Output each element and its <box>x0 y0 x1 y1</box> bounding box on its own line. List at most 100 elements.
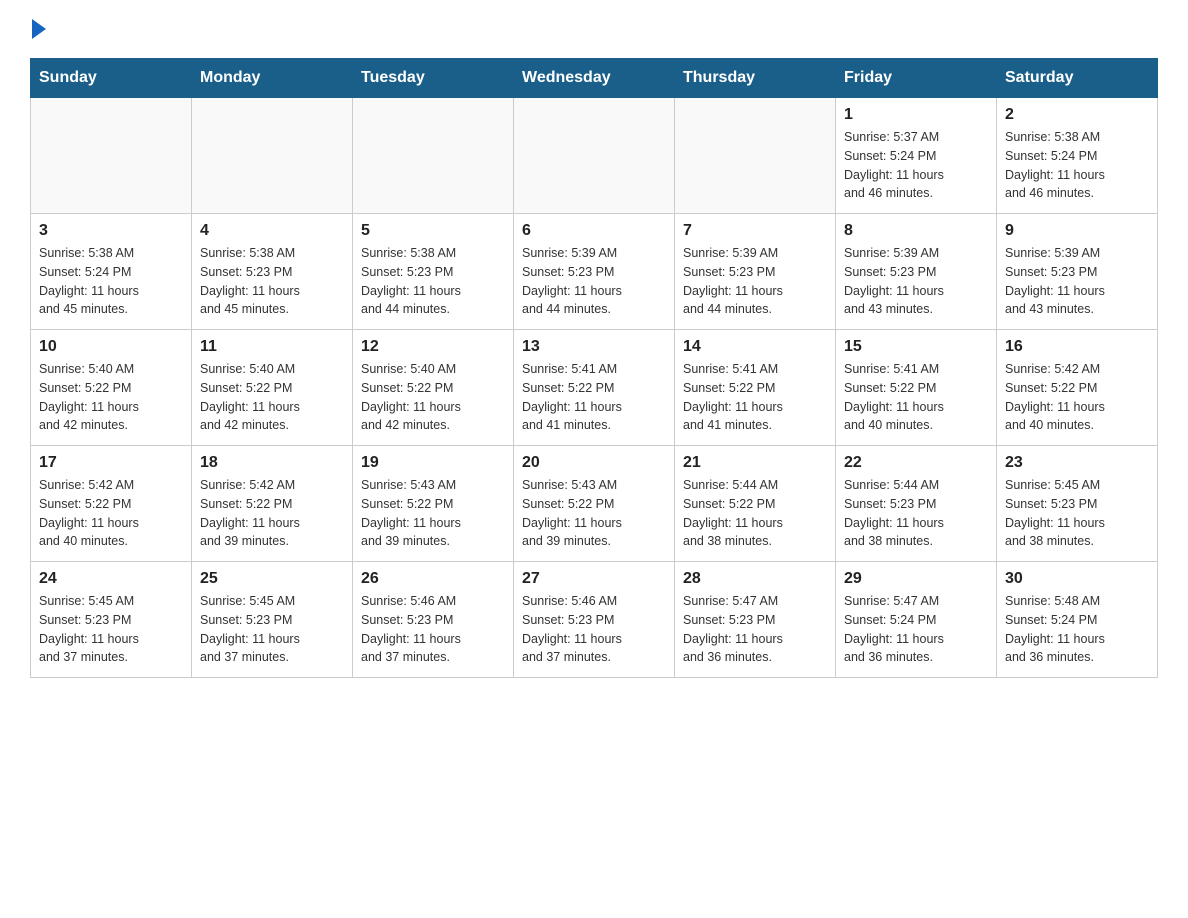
day-info: Sunrise: 5:44 AM Sunset: 5:22 PM Dayligh… <box>683 476 827 551</box>
calendar-cell: 2 Sunrise: 5:38 AM Sunset: 5:24 PM Daylig… <box>997 98 1158 214</box>
calendar-cell <box>31 98 192 214</box>
calendar-cell: 30 Sunrise: 5:48 AM Sunset: 5:24 PM Dayli… <box>997 562 1158 678</box>
week-row-4: 17Sunrise: 5:42 AM Sunset: 5:22 PM Dayli… <box>31 446 1158 562</box>
calendar-cell <box>675 98 836 214</box>
day-number: 24 <box>39 570 183 588</box>
day-info: Sunrise: 5:41 AM Sunset: 5:22 PM Dayligh… <box>522 360 666 435</box>
day-number: 6 <box>522 222 666 240</box>
calendar-table: SundayMondayTuesdayWednesdayThursdayFrid… <box>30 58 1158 678</box>
day-number: 5 <box>361 222 505 240</box>
calendar-cell: 3Sunrise: 5:38 AM Sunset: 5:24 PM Daylig… <box>31 214 192 330</box>
day-info: Sunrise: 5:47 AM Sunset: 5:24 PM Dayligh… <box>844 592 988 667</box>
day-info: Sunrise: 5:38 AM Sunset: 5:24 PM Dayligh… <box>1005 128 1149 203</box>
day-info: Sunrise: 5:45 AM Sunset: 5:23 PM Dayligh… <box>1005 476 1149 551</box>
calendar-cell: 17Sunrise: 5:42 AM Sunset: 5:22 PM Dayli… <box>31 446 192 562</box>
day-number: 8 <box>844 222 988 240</box>
day-number: 7 <box>683 222 827 240</box>
header-thursday: Thursday <box>675 59 836 98</box>
day-number: 20 <box>522 454 666 472</box>
calendar-cell: 20 Sunrise: 5:43 AM Sunset: 5:22 PM Dayli… <box>514 446 675 562</box>
day-number: 25 <box>200 570 344 588</box>
header-sunday: Sunday <box>31 59 192 98</box>
day-info: Sunrise: 5:40 AM Sunset: 5:22 PM Dayligh… <box>200 360 344 435</box>
day-number: 3 <box>39 222 183 240</box>
day-number: 14 <box>683 338 827 356</box>
calendar-cell <box>514 98 675 214</box>
calendar-cell <box>192 98 353 214</box>
day-number: 27 <box>522 570 666 588</box>
calendar-cell: 23 Sunrise: 5:45 AM Sunset: 5:23 PM Dayli… <box>997 446 1158 562</box>
day-info: Sunrise: 5:43 AM Sunset: 5:22 PM Dayligh… <box>361 476 505 551</box>
day-number: 23 <box>1005 454 1149 472</box>
day-number: 9 <box>1005 222 1149 240</box>
day-number: 29 <box>844 570 988 588</box>
week-row-5: 24 Sunrise: 5:45 AM Sunset: 5:23 PM Dayli… <box>31 562 1158 678</box>
calendar-cell: 4 Sunrise: 5:38 AM Sunset: 5:23 PM Daylig… <box>192 214 353 330</box>
day-info: Sunrise: 5:40 AM Sunset: 5:22 PM Dayligh… <box>361 360 505 435</box>
day-number: 16 <box>1005 338 1149 356</box>
day-info: Sunrise: 5:42 AM Sunset: 5:22 PM Dayligh… <box>39 476 183 551</box>
calendar-cell: 14 Sunrise: 5:41 AM Sunset: 5:22 PM Dayli… <box>675 330 836 446</box>
day-number: 11 <box>200 338 344 356</box>
day-info: Sunrise: 5:39 AM Sunset: 5:23 PM Dayligh… <box>844 244 988 319</box>
header-friday: Friday <box>836 59 997 98</box>
calendar-cell: 15 Sunrise: 5:41 AM Sunset: 5:22 PM Dayli… <box>836 330 997 446</box>
calendar-header: SundayMondayTuesdayWednesdayThursdayFrid… <box>31 59 1158 98</box>
calendar-cell: 12 Sunrise: 5:40 AM Sunset: 5:22 PM Dayli… <box>353 330 514 446</box>
day-info: Sunrise: 5:46 AM Sunset: 5:23 PM Dayligh… <box>522 592 666 667</box>
day-number: 2 <box>1005 106 1149 124</box>
calendar-cell: 8 Sunrise: 5:39 AM Sunset: 5:23 PM Daylig… <box>836 214 997 330</box>
day-info: Sunrise: 5:39 AM Sunset: 5:23 PM Dayligh… <box>683 244 827 319</box>
calendar-cell: 16Sunrise: 5:42 AM Sunset: 5:22 PM Dayli… <box>997 330 1158 446</box>
calendar-cell: 22 Sunrise: 5:44 AM Sunset: 5:23 PM Dayli… <box>836 446 997 562</box>
week-row-2: 3Sunrise: 5:38 AM Sunset: 5:24 PM Daylig… <box>31 214 1158 330</box>
day-info: Sunrise: 5:41 AM Sunset: 5:22 PM Dayligh… <box>683 360 827 435</box>
day-number: 13 <box>522 338 666 356</box>
day-number: 26 <box>361 570 505 588</box>
day-number: 22 <box>844 454 988 472</box>
day-info: Sunrise: 5:38 AM Sunset: 5:23 PM Dayligh… <box>200 244 344 319</box>
calendar-cell: 6 Sunrise: 5:39 AM Sunset: 5:23 PM Daylig… <box>514 214 675 330</box>
day-info: Sunrise: 5:40 AM Sunset: 5:22 PM Dayligh… <box>39 360 183 435</box>
calendar-cell: 25 Sunrise: 5:45 AM Sunset: 5:23 PM Dayli… <box>192 562 353 678</box>
calendar-cell: 28 Sunrise: 5:47 AM Sunset: 5:23 PM Dayli… <box>675 562 836 678</box>
header-row: SundayMondayTuesdayWednesdayThursdayFrid… <box>31 59 1158 98</box>
day-number: 18 <box>200 454 344 472</box>
header-monday: Monday <box>192 59 353 98</box>
calendar-cell: 1Sunrise: 5:37 AM Sunset: 5:24 PM Daylig… <box>836 98 997 214</box>
day-info: Sunrise: 5:39 AM Sunset: 5:23 PM Dayligh… <box>522 244 666 319</box>
day-info: Sunrise: 5:44 AM Sunset: 5:23 PM Dayligh… <box>844 476 988 551</box>
day-info: Sunrise: 5:47 AM Sunset: 5:23 PM Dayligh… <box>683 592 827 667</box>
page-header <box>30 20 1158 42</box>
calendar-cell: 24 Sunrise: 5:45 AM Sunset: 5:23 PM Dayli… <box>31 562 192 678</box>
calendar-cell: 26Sunrise: 5:46 AM Sunset: 5:23 PM Dayli… <box>353 562 514 678</box>
calendar-cell: 21 Sunrise: 5:44 AM Sunset: 5:22 PM Dayli… <box>675 446 836 562</box>
day-info: Sunrise: 5:38 AM Sunset: 5:23 PM Dayligh… <box>361 244 505 319</box>
calendar-cell: 27 Sunrise: 5:46 AM Sunset: 5:23 PM Dayli… <box>514 562 675 678</box>
header-wednesday: Wednesday <box>514 59 675 98</box>
day-number: 30 <box>1005 570 1149 588</box>
day-number: 4 <box>200 222 344 240</box>
calendar-cell: 19 Sunrise: 5:43 AM Sunset: 5:22 PM Dayli… <box>353 446 514 562</box>
logo <box>30 20 46 42</box>
logo-triangle-icon <box>32 19 46 39</box>
day-number: 21 <box>683 454 827 472</box>
calendar-cell: 29 Sunrise: 5:47 AM Sunset: 5:24 PM Dayli… <box>836 562 997 678</box>
day-number: 15 <box>844 338 988 356</box>
day-number: 19 <box>361 454 505 472</box>
day-info: Sunrise: 5:43 AM Sunset: 5:22 PM Dayligh… <box>522 476 666 551</box>
calendar-cell: 9Sunrise: 5:39 AM Sunset: 5:23 PM Daylig… <box>997 214 1158 330</box>
day-info: Sunrise: 5:37 AM Sunset: 5:24 PM Dayligh… <box>844 128 988 203</box>
day-number: 12 <box>361 338 505 356</box>
header-saturday: Saturday <box>997 59 1158 98</box>
calendar-cell: 18Sunrise: 5:42 AM Sunset: 5:22 PM Dayli… <box>192 446 353 562</box>
calendar-cell: 11 Sunrise: 5:40 AM Sunset: 5:22 PM Dayli… <box>192 330 353 446</box>
day-info: Sunrise: 5:48 AM Sunset: 5:24 PM Dayligh… <box>1005 592 1149 667</box>
header-tuesday: Tuesday <box>353 59 514 98</box>
calendar-body: 1Sunrise: 5:37 AM Sunset: 5:24 PM Daylig… <box>31 98 1158 678</box>
day-info: Sunrise: 5:45 AM Sunset: 5:23 PM Dayligh… <box>39 592 183 667</box>
day-info: Sunrise: 5:41 AM Sunset: 5:22 PM Dayligh… <box>844 360 988 435</box>
day-number: 28 <box>683 570 827 588</box>
calendar-cell: 13 Sunrise: 5:41 AM Sunset: 5:22 PM Dayli… <box>514 330 675 446</box>
day-info: Sunrise: 5:45 AM Sunset: 5:23 PM Dayligh… <box>200 592 344 667</box>
